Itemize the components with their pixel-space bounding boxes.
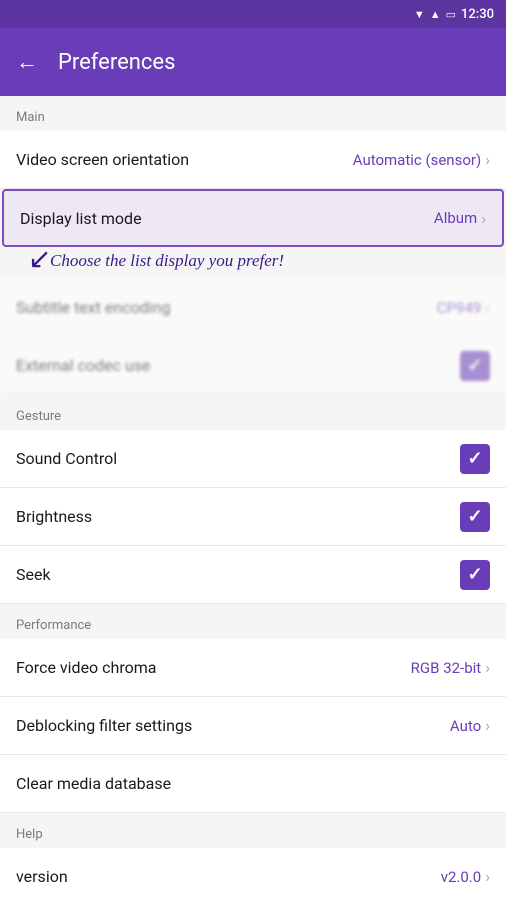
row-external-codec-use[interactable]: External codec use ✓ <box>0 337 506 395</box>
row-video-screen-orientation[interactable]: Video screen orientation Automatic (sens… <box>0 131 506 189</box>
checkmark-icon: ✓ <box>467 355 482 376</box>
row-sound-control[interactable]: Sound Control ✓ <box>0 430 506 488</box>
row-label-external-codec-use: External codec use <box>16 356 150 375</box>
row-label-sound-control: Sound Control <box>16 449 117 468</box>
chevron-icon: › <box>485 150 490 169</box>
chevron-icon: › <box>485 716 490 735</box>
page-title: Preferences <box>58 50 175 75</box>
row-value-subtitle-text-encoding: CP949 › <box>437 298 490 317</box>
section-label-performance: Performance <box>16 618 91 633</box>
row-value-deblocking-filter-settings: Auto › <box>450 716 490 735</box>
status-icons: ▼ ▲ ▭ 12:30 <box>414 7 494 22</box>
row-label-display-list-mode: Display list mode <box>20 209 142 228</box>
wifi-icon: ▼ <box>414 8 425 21</box>
row-label-seek: Seek <box>16 565 51 584</box>
checkbox-seek[interactable]: ✓ <box>460 560 490 590</box>
checkbox-brightness[interactable]: ✓ <box>460 502 490 532</box>
section-label-main: Main <box>16 110 45 125</box>
row-label-brightness: Brightness <box>16 507 92 526</box>
row-label-video-screen-orientation: Video screen orientation <box>16 150 189 169</box>
row-force-video-chroma[interactable]: Force video chroma RGB 32-bit › <box>0 639 506 697</box>
checkbox-sound-control[interactable]: ✓ <box>460 444 490 474</box>
row-label-clear-media-database: Clear media database <box>16 774 171 793</box>
chevron-icon: › <box>485 298 490 317</box>
chevron-icon: › <box>481 209 486 228</box>
status-bar: ▼ ▲ ▭ 12:30 <box>0 0 506 28</box>
row-value-version: v2.0.0 › <box>441 867 490 886</box>
tooltip: ↙ Choose the list display you prefer! <box>0 247 506 279</box>
row-label-version: version <box>16 867 68 886</box>
checkbox-external-codec-use[interactable]: ✓ <box>460 351 490 381</box>
section-header-gesture: Gesture <box>0 395 506 430</box>
row-label-subtitle-text-encoding: Subtitle text encoding <box>16 298 170 317</box>
chevron-icon: › <box>485 867 490 886</box>
tooltip-text: Choose the list display you prefer! <box>30 245 284 270</box>
checkmark-icon: ✓ <box>467 564 482 585</box>
content-area: Main Video screen orientation Automatic … <box>0 96 506 900</box>
battery-icon: ▭ <box>446 8 456 21</box>
section-label-help: Help <box>16 827 43 842</box>
row-brightness[interactable]: Brightness ✓ <box>0 488 506 546</box>
row-display-list-mode[interactable]: Display list mode Album › <box>2 189 504 247</box>
section-header-help: Help <box>0 813 506 848</box>
checkmark-icon: ✓ <box>467 448 482 469</box>
chevron-icon: › <box>485 658 490 677</box>
section-header-main: Main <box>0 96 506 131</box>
row-seek[interactable]: Seek ✓ <box>0 546 506 604</box>
section-label-gesture: Gesture <box>16 409 61 424</box>
row-version[interactable]: version v2.0.0 › <box>0 848 506 900</box>
row-label-deblocking-filter-settings: Deblocking filter settings <box>16 716 192 735</box>
row-value-force-video-chroma: RGB 32-bit › <box>411 658 490 677</box>
row-deblocking-filter-settings[interactable]: Deblocking filter settings Auto › <box>0 697 506 755</box>
row-value-video-screen-orientation: Automatic (sensor) › <box>353 150 490 169</box>
back-button[interactable]: ← <box>16 49 38 75</box>
status-time: 12:30 <box>461 7 494 22</box>
row-value-display-list-mode: Album › <box>434 209 486 228</box>
signal-icon: ▲ <box>430 8 441 21</box>
toolbar: ← Preferences <box>0 28 506 96</box>
tooltip-arrow-icon: ↙ <box>28 245 51 273</box>
row-subtitle-text-encoding[interactable]: Subtitle text encoding CP949 › <box>0 279 506 337</box>
checkmark-icon: ✓ <box>467 506 482 527</box>
row-clear-media-database[interactable]: Clear media database <box>0 755 506 813</box>
section-header-performance: Performance <box>0 604 506 639</box>
row-label-force-video-chroma: Force video chroma <box>16 658 156 677</box>
